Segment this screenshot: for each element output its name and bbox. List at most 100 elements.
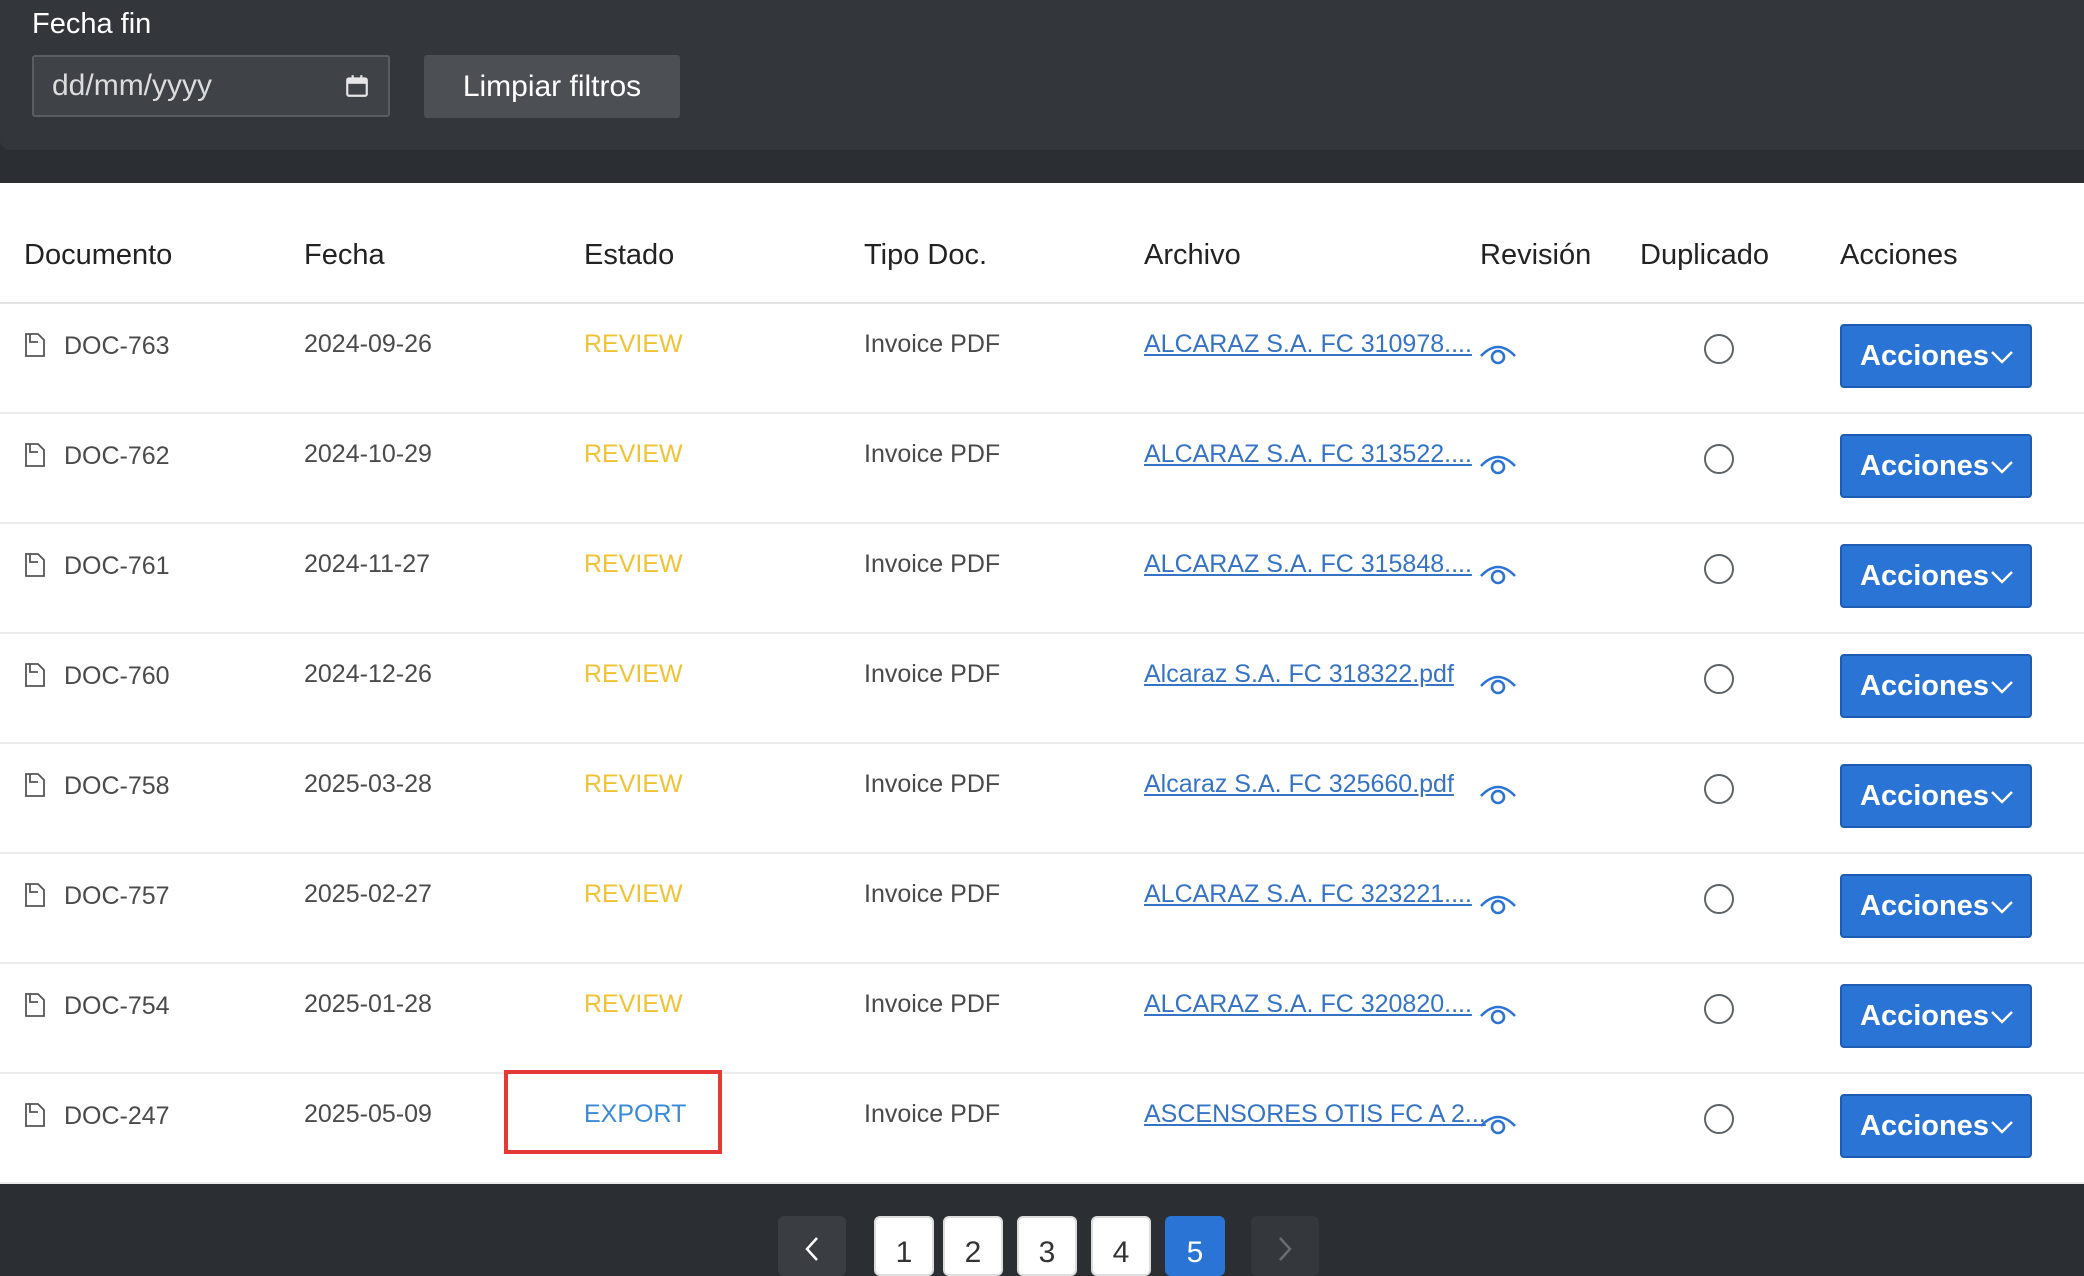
table-row: DOC-763 2024-09-26 REVIEW Invoice PDF AL… <box>0 302 2084 414</box>
document-icon <box>25 773 45 797</box>
prev-page-button[interactable] <box>778 1216 846 1276</box>
document-date: 2025-03-28 <box>304 770 432 798</box>
actions-button-label: Acciones <box>1860 339 1989 372</box>
document-type: Invoice PDF <box>864 1100 1001 1128</box>
actions-dropdown-button[interactable]: Acciones <box>1840 874 2032 938</box>
calendar-icon[interactable] <box>344 73 370 99</box>
chevron-down-icon <box>1991 1121 2013 1134</box>
document-type: Invoice PDF <box>864 660 1001 688</box>
col-archivo: Archivo <box>1144 239 1241 271</box>
table-row: DOC-247 2025-05-09 EXPORT Invoice PDF AS… <box>0 1072 2084 1184</box>
status-badge: REVIEW <box>584 660 683 688</box>
col-acciones: Acciones <box>1840 239 1958 271</box>
file-link[interactable]: ALCARAZ S.A. FC 323221.... <box>1144 880 1472 909</box>
end-date-placeholder: dd/mm/yyyy <box>52 69 213 102</box>
chevron-down-icon <box>1991 681 2013 694</box>
document-date: 2024-10-29 <box>304 440 432 468</box>
eye-icon[interactable] <box>1478 450 1518 478</box>
actions-button-label: Acciones <box>1860 559 1989 592</box>
file-link[interactable]: ALCARAZ S.A. FC 320820.... <box>1144 990 1472 1019</box>
table-header: Documento Fecha Estado Tipo Doc. Archivo… <box>0 183 2084 304</box>
file-link[interactable]: Alcaraz S.A. FC 318322.pdf <box>1144 660 1454 689</box>
table-row: DOC-762 2024-10-29 REVIEW Invoice PDF AL… <box>0 412 2084 524</box>
duplicate-radio[interactable] <box>1704 884 1734 914</box>
eye-icon[interactable] <box>1478 1000 1518 1028</box>
chevron-down-icon <box>1991 571 2013 584</box>
status-badge: REVIEW <box>584 880 683 908</box>
document-date: 2024-11-27 <box>304 550 431 578</box>
actions-dropdown-button[interactable]: Acciones <box>1840 984 2032 1048</box>
document-type: Invoice PDF <box>864 550 1001 578</box>
actions-dropdown-button[interactable]: Acciones <box>1840 434 2032 498</box>
end-date-input[interactable]: dd/mm/yyyy <box>32 55 390 117</box>
page-1-button[interactable]: 1 <box>874 1216 934 1276</box>
actions-dropdown-button[interactable]: Acciones <box>1840 654 2032 718</box>
actions-button-label: Acciones <box>1860 1109 1989 1142</box>
document-id: DOC-754 <box>64 992 170 1020</box>
document-icon <box>25 443 45 467</box>
document-type: Invoice PDF <box>864 990 1001 1018</box>
actions-button-label: Acciones <box>1860 889 1989 922</box>
col-revision: Revisión <box>1480 239 1592 271</box>
document-date: 2024-09-26 <box>304 330 432 358</box>
documents-table: Documento Fecha Estado Tipo Doc. Archivo… <box>0 183 2084 1184</box>
document-date: 2024-12-26 <box>304 660 432 688</box>
status-badge: REVIEW <box>584 330 683 358</box>
table-row: DOC-754 2025-01-28 REVIEW Invoice PDF AL… <box>0 962 2084 1074</box>
file-link[interactable]: ALCARAZ S.A. FC 313522.... <box>1144 440 1472 469</box>
chevron-right-icon <box>1279 1237 1292 1261</box>
page-4-button[interactable]: 4 <box>1091 1216 1151 1276</box>
duplicate-radio[interactable] <box>1704 774 1734 804</box>
eye-icon[interactable] <box>1478 340 1518 368</box>
actions-dropdown-button[interactable]: Acciones <box>1840 324 2032 388</box>
actions-dropdown-button[interactable]: Acciones <box>1840 1094 2032 1158</box>
status-badge: REVIEW <box>584 550 683 578</box>
document-date: 2025-02-27 <box>304 880 432 908</box>
document-icon <box>25 333 45 357</box>
export-status-highlight <box>504 1070 722 1154</box>
eye-icon[interactable] <box>1478 890 1518 918</box>
duplicate-radio[interactable] <box>1704 444 1734 474</box>
file-link[interactable]: ALCARAZ S.A. FC 315848.... <box>1144 550 1472 579</box>
col-estado: Estado <box>584 239 675 271</box>
eye-icon[interactable] <box>1478 1110 1518 1138</box>
chevron-down-icon <box>1991 351 2013 364</box>
col-tipo-doc: Tipo Doc. <box>864 239 988 271</box>
file-link[interactable]: ALCARAZ S.A. FC 310978.... <box>1144 330 1472 359</box>
page-3-button[interactable]: 3 <box>1017 1216 1077 1276</box>
document-icon <box>25 1103 45 1127</box>
duplicate-radio[interactable] <box>1704 554 1734 584</box>
page-2-button[interactable]: 2 <box>943 1216 1003 1276</box>
col-fecha: Fecha <box>304 239 385 271</box>
duplicate-radio[interactable] <box>1704 994 1734 1024</box>
document-id: DOC-761 <box>64 552 170 580</box>
actions-button-label: Acciones <box>1860 779 1989 812</box>
duplicate-radio[interactable] <box>1704 1104 1734 1134</box>
file-link[interactable]: ASCENSORES OTIS FC A 2... <box>1144 1100 1486 1129</box>
document-date: 2025-05-09 <box>304 1100 432 1128</box>
document-id: DOC-763 <box>64 332 170 360</box>
document-id: DOC-762 <box>64 442 170 470</box>
next-page-button[interactable] <box>1251 1216 1319 1276</box>
document-type: Invoice PDF <box>864 440 1001 468</box>
eye-icon[interactable] <box>1478 670 1518 698</box>
table-row: DOC-761 2024-11-27 REVIEW Invoice PDF AL… <box>0 522 2084 634</box>
document-icon <box>25 883 45 907</box>
col-documento: Documento <box>24 239 173 271</box>
chevron-left-icon <box>805 1237 818 1261</box>
eye-icon[interactable] <box>1478 560 1518 588</box>
chevron-down-icon <box>1991 461 2013 474</box>
table-row: DOC-757 2025-02-27 REVIEW Invoice PDF AL… <box>0 852 2084 964</box>
file-link[interactable]: Alcaraz S.A. FC 325660.pdf <box>1144 770 1454 799</box>
eye-icon[interactable] <box>1478 780 1518 808</box>
page-5-button[interactable]: 5 <box>1165 1216 1225 1276</box>
chevron-down-icon <box>1991 791 2013 804</box>
actions-dropdown-button[interactable]: Acciones <box>1840 544 2032 608</box>
chevron-down-icon <box>1991 1011 2013 1024</box>
document-type: Invoice PDF <box>864 880 1001 908</box>
duplicate-radio[interactable] <box>1704 334 1734 364</box>
duplicate-radio[interactable] <box>1704 664 1734 694</box>
clear-filters-button[interactable]: Limpiar filtros <box>424 55 680 118</box>
actions-dropdown-button[interactable]: Acciones <box>1840 764 2032 828</box>
document-icon <box>25 663 45 687</box>
